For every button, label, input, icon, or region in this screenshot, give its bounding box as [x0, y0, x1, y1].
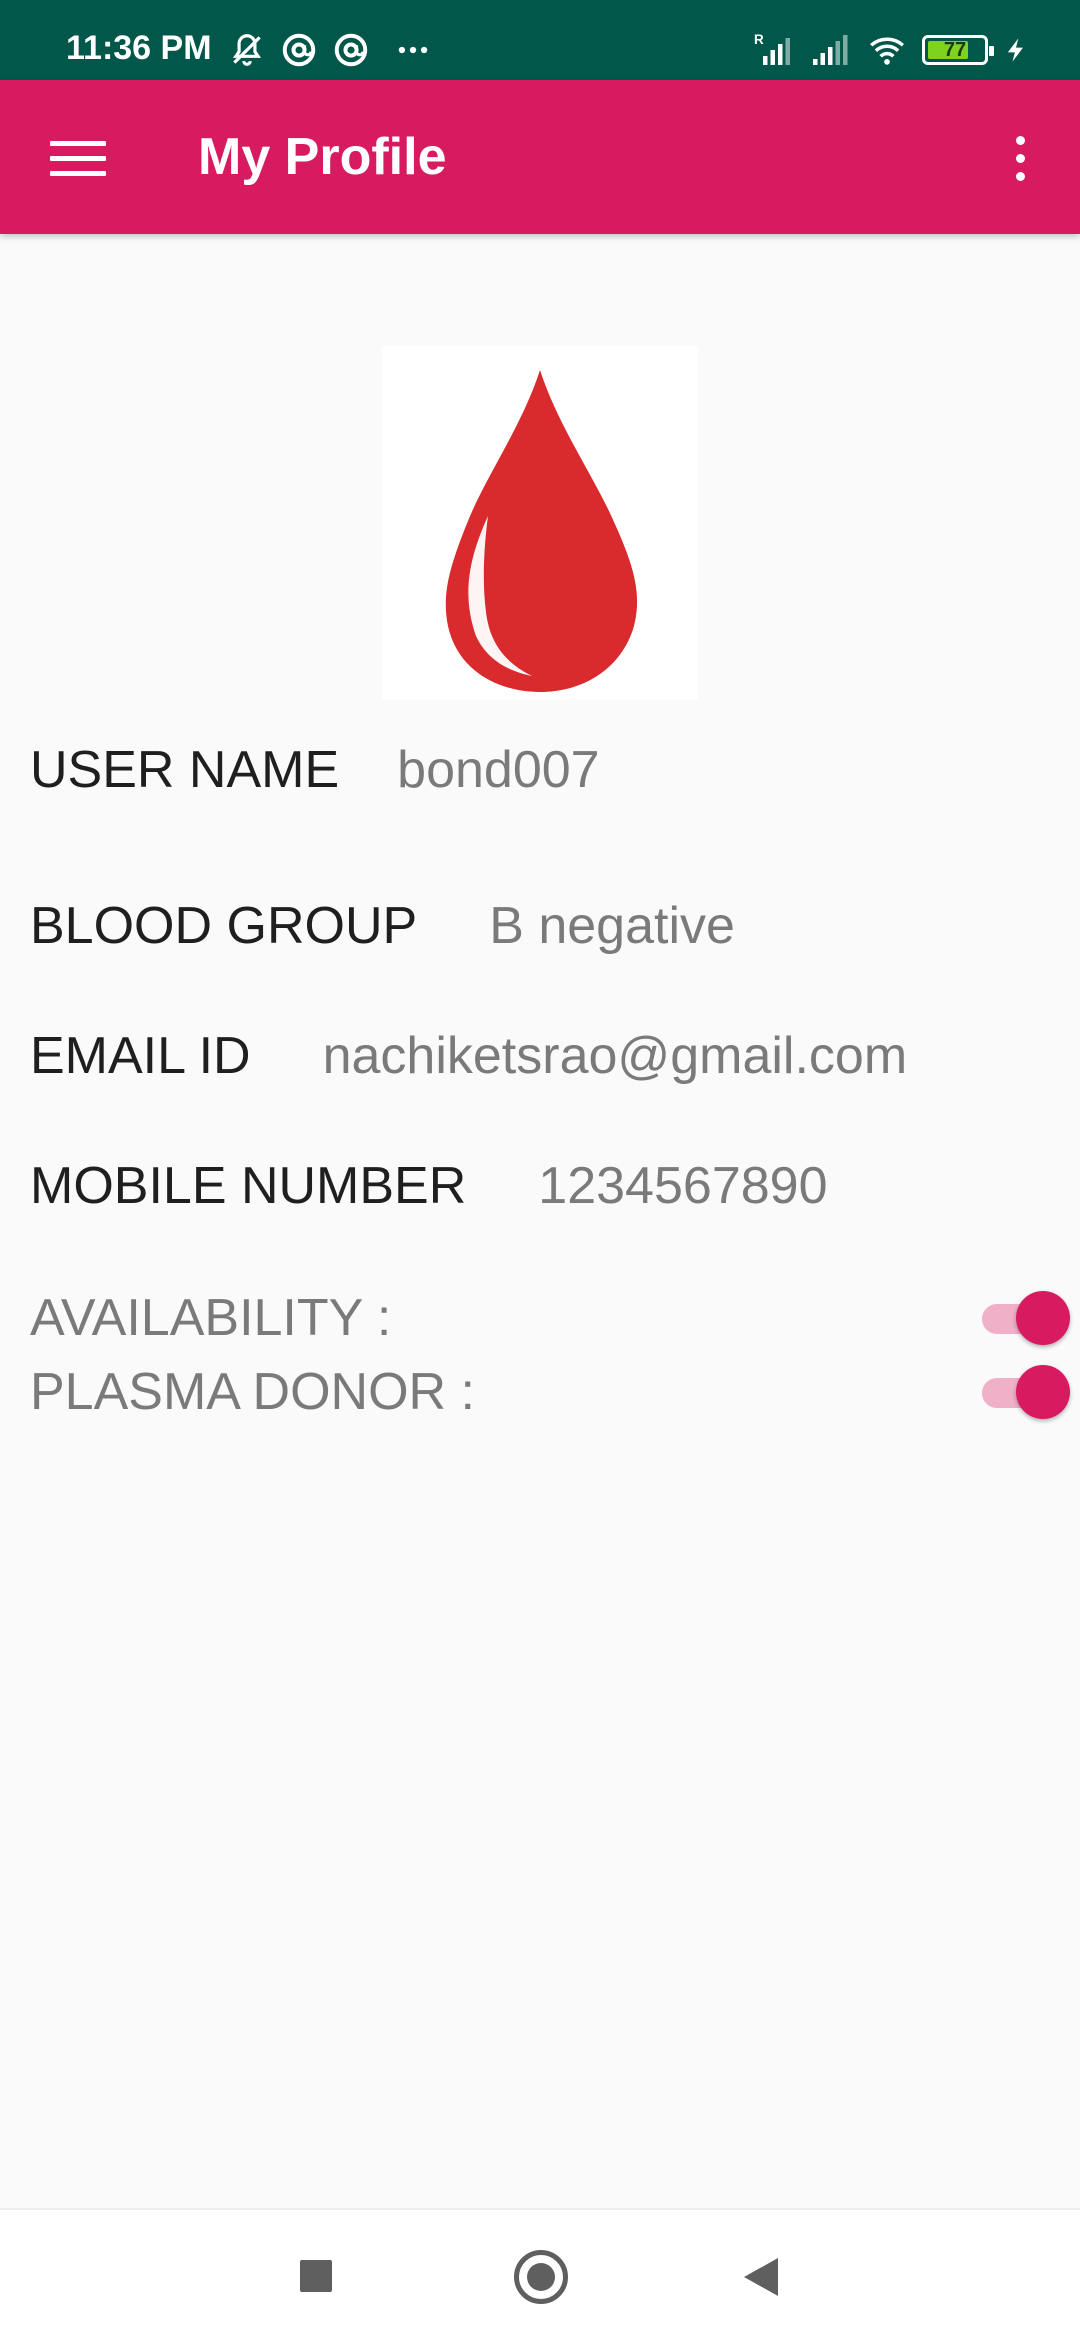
mobile-row: MOBILE NUMBER 1234567890	[30, 1146, 1050, 1226]
status-notification-icons	[228, 28, 432, 72]
svg-text:R: R	[754, 32, 764, 47]
blood-drop-icon	[445, 370, 638, 692]
mobile-label: MOBILE NUMBER	[30, 1157, 467, 1215]
username-value: bond007	[397, 741, 600, 799]
home-icon[interactable]	[514, 2250, 568, 2304]
username-row: USER NAME bond007	[30, 730, 1050, 810]
signal-icon	[813, 35, 848, 65]
availability-row: AVAILABILITY :	[30, 1282, 1080, 1354]
back-icon[interactable]	[744, 2258, 778, 2296]
at-sign-icon	[334, 33, 368, 67]
blood-group-row: BLOOD GROUP B negative	[30, 886, 1050, 966]
switch-thumb	[1016, 1291, 1070, 1345]
charging-icon	[1007, 38, 1023, 62]
battery-level-text: 77	[943, 39, 967, 61]
bell-off-icon	[232, 34, 262, 66]
plasma-donor-switch[interactable]	[978, 1365, 1070, 1419]
recent-apps-icon[interactable]	[300, 2260, 332, 2292]
wifi-icon	[870, 37, 904, 65]
status-time: 11:36 PM	[66, 29, 212, 67]
plasma-donor-label: PLASMA DONOR :	[30, 1363, 475, 1421]
username-label: USER NAME	[30, 741, 340, 799]
at-sign-icon	[282, 33, 316, 67]
status-system-icons: R 77	[754, 28, 1030, 72]
overflow-menu-icon[interactable]	[984, 122, 1056, 194]
email-label: EMAIL ID	[30, 1027, 251, 1085]
battery-icon: 77	[922, 35, 994, 65]
system-nav-bar	[0, 2208, 1080, 2340]
email-value: nachiketsrao@gmail.com	[322, 1027, 908, 1085]
signal-roaming-icon: R	[754, 32, 790, 65]
availability-label: AVAILABILITY :	[30, 1289, 392, 1347]
status-bar: 11:36 PM R 77	[0, 0, 1080, 80]
switch-thumb	[1016, 1365, 1070, 1419]
profile-image	[382, 346, 698, 700]
blood-group-label: BLOOD GROUP	[30, 897, 418, 955]
plasma-donor-row: PLASMA DONOR :	[30, 1356, 1080, 1428]
page-title: My Profile	[198, 128, 447, 186]
hamburger-menu-icon[interactable]	[40, 122, 116, 194]
more-dots-icon	[398, 46, 428, 54]
blood-group-value: B negative	[489, 897, 735, 955]
mobile-value: 1234567890	[538, 1157, 828, 1215]
email-row: EMAIL ID nachiketsrao@gmail.com	[30, 1016, 1050, 1096]
app-bar: My Profile	[0, 80, 1080, 234]
availability-switch[interactable]	[978, 1291, 1070, 1345]
